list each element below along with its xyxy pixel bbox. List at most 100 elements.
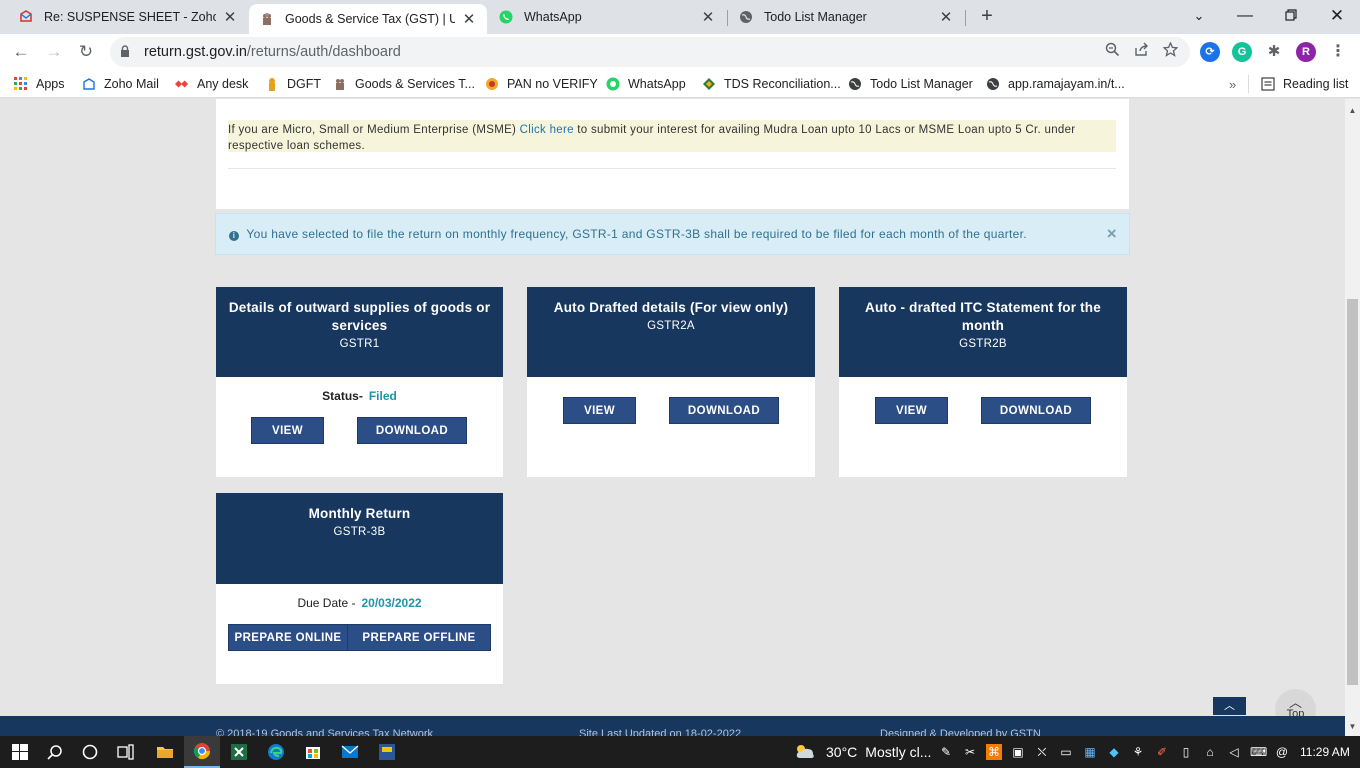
divider xyxy=(228,168,1116,169)
reload-button[interactable]: ↻ xyxy=(74,40,98,64)
back-button[interactable]: ← xyxy=(9,40,33,64)
tray-display-icon[interactable]: ▭ xyxy=(1058,744,1074,760)
bookmark-zoho-mail[interactable]: Zoho Mail xyxy=(82,75,159,93)
reading-list-button[interactable]: Reading list xyxy=(1248,75,1348,93)
grammarly-icon[interactable]: G xyxy=(1232,42,1252,62)
scroll-up-chevron-icon[interactable]: ︿ xyxy=(1213,697,1246,715)
tray-bluetooth-icon[interactable]: ▦ xyxy=(1082,744,1098,760)
cortana-icon[interactable] xyxy=(80,742,100,762)
globe-icon xyxy=(848,77,862,91)
anydesk-icon xyxy=(175,77,189,91)
search-icon[interactable] xyxy=(45,742,65,762)
notification-icon[interactable]: @ xyxy=(1274,744,1290,760)
minimize-button[interactable]: — xyxy=(1222,0,1268,34)
bookmark-todo[interactable]: Todo List Manager xyxy=(848,75,973,93)
dgft-icon xyxy=(265,77,279,91)
prepare-offline-button[interactable]: PREPARE OFFLINE xyxy=(347,624,491,651)
extensions-puzzle-icon[interactable]: ✱ xyxy=(1264,42,1284,62)
profile-avatar[interactable]: R xyxy=(1296,42,1316,62)
bookmark-ramajayam[interactable]: app.ramajayam.in/t... xyxy=(986,75,1125,93)
gstr2a-download-button[interactable]: DOWNLOAD xyxy=(669,397,779,424)
page-scrollbar[interactable]: ▲ ▼ xyxy=(1345,99,1360,736)
tab-todo[interactable]: Todo List Manager ✕ xyxy=(728,0,964,34)
bookmark-pan-verify[interactable]: PAN no VERIFY xyxy=(485,75,598,93)
tray-tools-icon[interactable]: ✂ xyxy=(962,744,978,760)
tray-device-icon[interactable]: ▣ xyxy=(1010,744,1026,760)
frequency-info-alert: i You have selected to file the return o… xyxy=(215,213,1130,255)
tray-people-icon[interactable]: ⚘ xyxy=(1130,744,1146,760)
gstr1-download-button[interactable]: DOWNLOAD xyxy=(357,417,467,444)
zoom-icon[interactable] xyxy=(1105,42,1120,61)
tray-orange-app-icon[interactable]: ⌘ xyxy=(986,744,1002,760)
battery-icon[interactable]: ▯ xyxy=(1178,744,1194,760)
lock-icon xyxy=(120,44,134,60)
bookmark-label: Goods & Services T... xyxy=(355,77,475,91)
excel-icon[interactable] xyxy=(221,736,257,768)
bookmark-label: Any desk xyxy=(197,77,249,91)
restore-button[interactable] xyxy=(1268,0,1314,34)
close-alert-icon[interactable]: × xyxy=(1107,214,1117,254)
new-tab-button[interactable]: + xyxy=(976,5,998,27)
status-label: Status- xyxy=(322,389,363,403)
gstr2a-tile: Auto Drafted details (For view only) GST… xyxy=(527,287,815,477)
extension-sync-icon[interactable]: ⟳ xyxy=(1200,42,1220,62)
mail-icon[interactable] xyxy=(332,736,368,768)
windows-start-icon[interactable] xyxy=(10,742,30,762)
gstr2b-view-button[interactable]: VIEW xyxy=(875,397,948,424)
address-bar[interactable]: return.gst.gov.in/returns/auth/dashboard xyxy=(110,37,1190,67)
close-tab-icon[interactable]: ✕ xyxy=(700,8,716,26)
gstr2a-title: Auto Drafted details (For view only) xyxy=(553,300,789,315)
close-window-button[interactable]: ✕ xyxy=(1314,0,1360,34)
tray-app-icon[interactable]: ✎ xyxy=(938,744,954,760)
due-date-label: Due Date - xyxy=(297,596,356,610)
weather-description: Mostly cl... xyxy=(865,744,932,760)
bookmark-gst[interactable]: Goods & Services T... xyxy=(333,75,475,93)
weather-widget[interactable]: 30°C Mostly cl... xyxy=(794,736,931,768)
tray-shield-icon[interactable]: ◆ xyxy=(1106,744,1122,760)
taskbar-clock[interactable]: 11:29 AM xyxy=(1300,736,1350,768)
bookmark-star-icon[interactable] xyxy=(1162,41,1179,61)
prepare-online-button[interactable]: PREPARE ONLINE xyxy=(228,624,348,651)
tray-pen-icon[interactable]: ✐ xyxy=(1154,744,1170,760)
bookmark-anydesk[interactable]: Any desk xyxy=(175,75,248,93)
windows-taskbar: 30°C Mostly cl... ✎ ✂ ⌘ ▣ ⛌ ▭ ▦ ◆ ⚘ ✐ ▯ … xyxy=(0,736,1360,768)
bookmark-label: app.ramajayam.in/t... xyxy=(1008,77,1125,91)
tab-zoho-mail[interactable]: Re: SUSPENSE SHEET - Zoho Mai ✕ xyxy=(8,0,248,34)
file-explorer-icon[interactable] xyxy=(147,736,183,768)
close-tab-icon[interactable]: ✕ xyxy=(222,8,238,26)
task-view-icon[interactable] xyxy=(116,742,136,762)
chrome-taskbar-icon[interactable] xyxy=(184,736,220,768)
bookmark-apps[interactable]: Apps xyxy=(14,75,65,93)
close-tab-icon[interactable]: ✕ xyxy=(461,10,477,28)
scroll-up-arrow-icon[interactable]: ▲ xyxy=(1345,103,1360,118)
edge-icon[interactable] xyxy=(258,736,294,768)
bookmark-dgft[interactable]: DGFT xyxy=(265,75,321,93)
gstr1-view-button[interactable]: VIEW xyxy=(251,417,324,444)
msme-click-here-link[interactable]: Click here xyxy=(520,124,574,136)
menu-kebab-icon[interactable]: ⋮ xyxy=(1328,42,1348,62)
forward-button[interactable]: → xyxy=(42,40,66,64)
store-icon[interactable] xyxy=(295,736,331,768)
tab-whatsapp[interactable]: WhatsApp ✕ xyxy=(488,0,726,34)
wifi-icon[interactable]: ⌂ xyxy=(1202,744,1218,760)
volume-icon[interactable]: ◁ xyxy=(1226,744,1242,760)
scrollbar-thumb[interactable] xyxy=(1347,299,1358,685)
scroll-down-arrow-icon[interactable]: ▼ xyxy=(1345,719,1360,734)
tab-search-chevron-icon[interactable]: ⌄ xyxy=(1176,0,1222,34)
globe-icon xyxy=(738,9,754,25)
bookmark-label: DGFT xyxy=(287,77,322,91)
tray-network-off-icon[interactable]: ⛌ xyxy=(1034,744,1050,760)
tab-gst[interactable]: Goods & Service Tax (GST) | User ✕ xyxy=(249,4,487,34)
tab-title: WhatsApp xyxy=(524,10,582,24)
share-icon[interactable] xyxy=(1134,42,1149,61)
close-tab-icon[interactable]: ✕ xyxy=(938,8,954,26)
gstr2b-download-button[interactable]: DOWNLOAD xyxy=(981,397,1091,424)
bookmark-whatsapp[interactable]: WhatsApp xyxy=(606,75,686,93)
status-value: Filed xyxy=(368,389,397,403)
msme-text-prefix: If you are Micro, Small or Medium Enterp… xyxy=(228,124,520,136)
keyboard-language-icon[interactable]: ⌨ xyxy=(1250,744,1267,760)
more-bookmarks-chevron-icon[interactable]: » xyxy=(1229,75,1236,93)
bookmark-tds[interactable]: TDS Reconciliation... xyxy=(702,75,841,93)
gstr2a-view-button[interactable]: VIEW xyxy=(563,397,636,424)
accounting-app-icon[interactable] xyxy=(369,736,405,768)
